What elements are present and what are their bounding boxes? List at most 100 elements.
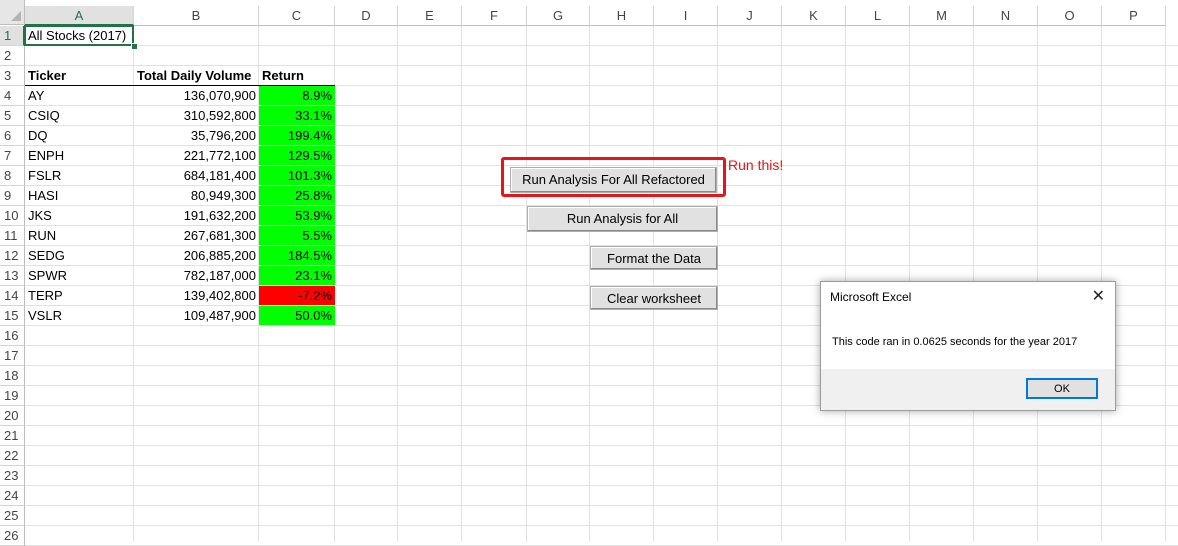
row-header-10[interactable]: 10 xyxy=(0,206,25,226)
return-cell[interactable]: 25.8% xyxy=(259,186,335,205)
ticker-cell[interactable]: JKS xyxy=(25,206,134,226)
column-header-d[interactable]: D xyxy=(335,6,398,26)
return-cell[interactable]: 129.5% xyxy=(259,146,335,165)
return-cell[interactable]: 184.5% xyxy=(259,246,335,265)
ticker-cell[interactable]: TERP xyxy=(25,286,134,306)
column-header-k[interactable]: K xyxy=(782,6,846,26)
column-header-l[interactable]: L xyxy=(846,6,910,26)
return-cell[interactable]: 199.4% xyxy=(259,126,335,145)
return-cell[interactable]: 33.1% xyxy=(259,106,335,125)
row-header-9[interactable]: 9 xyxy=(0,186,25,206)
gridline-horizontal xyxy=(25,505,1178,506)
volume-cell[interactable]: 310,592,800 xyxy=(134,106,259,126)
ticker-cell[interactable]: HASI xyxy=(25,186,134,206)
column-header-g[interactable]: G xyxy=(527,6,590,26)
gridline-horizontal xyxy=(25,465,1178,466)
row-header-12[interactable]: 12 xyxy=(0,246,25,266)
run-analysis-all-button[interactable]: Run Analysis for All xyxy=(527,206,718,232)
row-header-20[interactable]: 20 xyxy=(0,406,25,426)
row-header-6[interactable]: 6 xyxy=(0,126,25,146)
run-this-annotation: Run this! xyxy=(728,157,784,173)
volume-cell[interactable]: 206,885,200 xyxy=(134,246,259,266)
row-header-25[interactable]: 25 xyxy=(0,506,25,526)
column-header-h[interactable]: H xyxy=(590,6,654,26)
clear-worksheet-button[interactable]: Clear worksheet xyxy=(590,286,718,310)
column-header-i[interactable]: I xyxy=(654,6,718,26)
ticker-cell[interactable]: SEDG xyxy=(25,246,134,266)
ticker-cell[interactable]: SPWR xyxy=(25,266,134,286)
row-header-11[interactable]: 11 xyxy=(0,226,25,246)
row-header-26[interactable]: 26 xyxy=(0,526,25,546)
format-data-button[interactable]: Format the Data xyxy=(590,246,718,270)
dialog-footer: OK xyxy=(821,369,1115,410)
volume-cell[interactable]: 684,181,400 xyxy=(134,166,259,186)
row-header-22[interactable]: 22 xyxy=(0,446,25,466)
row-header-4[interactable]: 4 xyxy=(0,86,25,106)
dialog-title: Microsoft Excel xyxy=(830,290,912,304)
fill-handle[interactable] xyxy=(131,43,138,50)
sheet-title-cell[interactable]: All Stocks (2017) xyxy=(25,26,129,46)
gridline-horizontal xyxy=(25,525,1178,526)
column-header-a[interactable]: A xyxy=(25,6,134,26)
volume-cell[interactable]: 221,772,100 xyxy=(134,146,259,166)
ticker-cell[interactable]: AY xyxy=(25,86,134,106)
volume-cell[interactable]: 267,681,300 xyxy=(134,226,259,246)
row-header-19[interactable]: 19 xyxy=(0,386,25,406)
row-header-1[interactable]: 1 xyxy=(0,26,25,46)
header-ticker[interactable]: Ticker xyxy=(25,66,134,86)
column-header-f[interactable]: F xyxy=(462,6,527,26)
row-header-2[interactable]: 2 xyxy=(0,46,25,66)
row-header-16[interactable]: 16 xyxy=(0,326,25,346)
volume-cell[interactable]: 136,070,900 xyxy=(134,86,259,106)
select-all-corner[interactable] xyxy=(0,0,25,25)
header-return[interactable]: Return xyxy=(259,66,335,86)
return-cell[interactable]: 101.3% xyxy=(259,166,335,185)
return-cell[interactable]: -7.2% xyxy=(259,286,335,305)
row-header-18[interactable]: 18 xyxy=(0,366,25,386)
ok-button[interactable]: OK xyxy=(1026,378,1098,399)
ticker-cell[interactable]: FSLR xyxy=(25,166,134,186)
ticker-cell[interactable]: ENPH xyxy=(25,146,134,166)
volume-cell[interactable]: 139,402,800 xyxy=(134,286,259,306)
row-header-23[interactable]: 23 xyxy=(0,466,25,486)
highlight-box xyxy=(501,157,726,197)
column-header-c[interactable]: C xyxy=(259,6,335,26)
row-header-7[interactable]: 7 xyxy=(0,146,25,166)
return-cell[interactable]: 8.9% xyxy=(259,86,335,105)
spreadsheet: ABCDEFGHIJKLMNOP 1 2 3 4 5 6 7 8 9 10 11 12 13 14 15 16… xyxy=(0,0,1178,546)
gridline-horizontal xyxy=(25,45,1178,46)
column-header-j[interactable]: J xyxy=(718,6,782,26)
row-header-24[interactable]: 24 xyxy=(0,486,25,506)
row-header-13[interactable]: 13 xyxy=(0,266,25,286)
return-cell[interactable]: 50.0% xyxy=(259,306,335,325)
gridline-horizontal xyxy=(25,485,1178,486)
header-volume[interactable]: Total Daily Volume xyxy=(134,66,259,86)
volume-cell[interactable]: 109,487,900 xyxy=(134,306,259,326)
close-icon[interactable]: ✕ xyxy=(1092,286,1105,306)
row-header-14[interactable]: 14 xyxy=(0,286,25,306)
volume-cell[interactable]: 782,187,000 xyxy=(134,266,259,286)
volume-cell[interactable]: 191,632,200 xyxy=(134,206,259,226)
ticker-cell[interactable]: CSIQ xyxy=(25,106,134,126)
row-header-15[interactable]: 15 xyxy=(0,306,25,326)
ticker-cell[interactable]: RUN xyxy=(25,226,134,246)
column-header-o[interactable]: O xyxy=(1038,6,1102,26)
row-header-17[interactable]: 17 xyxy=(0,346,25,366)
return-cell[interactable]: 53.9% xyxy=(259,206,335,225)
row-header-3[interactable]: 3 xyxy=(0,66,25,86)
column-header-b[interactable]: B xyxy=(134,6,259,26)
ticker-cell[interactable]: DQ xyxy=(25,126,134,146)
volume-cell[interactable]: 35,796,200 xyxy=(134,126,259,146)
return-cell[interactable]: 23.1% xyxy=(259,266,335,285)
column-header-e[interactable]: E xyxy=(398,6,462,26)
row-header-21[interactable]: 21 xyxy=(0,426,25,446)
gridline-horizontal xyxy=(25,445,1178,446)
row-header-8[interactable]: 8 xyxy=(0,166,25,186)
column-header-m[interactable]: M xyxy=(910,6,974,26)
volume-cell[interactable]: 80,949,300 xyxy=(134,186,259,206)
ticker-cell[interactable]: VSLR xyxy=(25,306,134,326)
return-cell[interactable]: 5.5% xyxy=(259,226,335,245)
column-header-p[interactable]: P xyxy=(1102,6,1166,26)
column-header-n[interactable]: N xyxy=(974,6,1038,26)
row-header-5[interactable]: 5 xyxy=(0,106,25,126)
